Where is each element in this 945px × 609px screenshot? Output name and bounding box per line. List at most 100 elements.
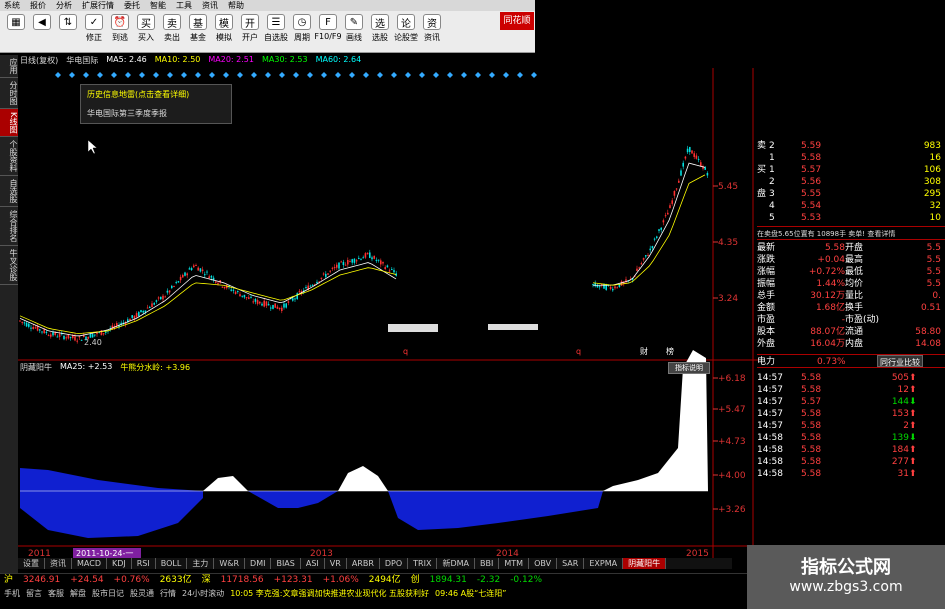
toolbar-button-12[interactable]: F F10/F9 [314, 14, 342, 41]
indicator-tab-9[interactable]: BIAS [271, 558, 301, 569]
indicator-tab-11[interactable]: VR [325, 558, 347, 569]
price-axis-label: 5.45 [718, 182, 738, 192]
toolbar-button-14[interactable]: 选选股 [368, 14, 392, 43]
indicator-tab-16[interactable]: BBI [475, 558, 500, 569]
ask-level: 1 [769, 153, 775, 163]
menu-item-0[interactable]: 系统 [4, 0, 20, 11]
left-tab-6[interactable]: 牛叉诊股 [0, 246, 18, 286]
toolbar-button-2[interactable]: ⇅ [56, 14, 80, 32]
toolbar-button-5[interactable]: 买买入 [134, 14, 158, 43]
toolbar-button-16[interactable]: 资资讯 [420, 14, 444, 43]
indicator-tab-10[interactable]: ASI [301, 558, 325, 569]
chart-area[interactable]: 5.45 4.35 3.24 2.40 q q 财 榜 +6.18 +5.47 +4.73 +4.00… [18, 68, 758, 558]
candle-body [695, 155, 698, 159]
toolbar-button-4[interactable]: ⏰ 到逃 [108, 14, 132, 43]
toolbar-button-11[interactable]: ◷ 周期 [290, 14, 314, 43]
footer-link-6[interactable]: 行情 [160, 587, 176, 600]
menu-item-6[interactable]: 工具 [176, 0, 192, 11]
candle-body [206, 271, 208, 273]
footer-link-5[interactable]: 股灵通 [130, 587, 154, 600]
toolbar-button-9[interactable]: 开开户 [238, 14, 262, 43]
candle-body [680, 170, 682, 176]
news-ticker-2[interactable]: 09:46 A股“七连阳” [435, 587, 506, 600]
indicator-tab-4[interactable]: RSI [132, 558, 156, 569]
left-tab-0[interactable]: 应用 [0, 55, 18, 78]
quote-key: 股本 [757, 327, 776, 337]
candle-body [283, 303, 285, 308]
footer-link-1[interactable]: 留言 [26, 587, 42, 600]
toolbar-label-15: 论股堂 [394, 33, 418, 42]
industry-compare-button[interactable]: 同行业比较 [877, 355, 923, 367]
indicator-tab-12[interactable]: ARBR [347, 558, 380, 569]
info-mine-icon [111, 72, 117, 78]
popup-title[interactable]: 历史信息地雷(点击查看详细) [87, 89, 225, 100]
indicator-tab-7[interactable]: W&R [214, 558, 246, 569]
candle-body [640, 263, 643, 265]
indicator-tab-5[interactable]: BOLL [156, 558, 188, 569]
menu-item-1[interactable]: 报价 [30, 0, 46, 11]
large-order-note[interactable]: 在卖盘5.65位置有 10898手 卖单! 查看详情 [757, 226, 945, 240]
indicator-tab-14[interactable]: TRIX [408, 558, 438, 569]
menu-item-2[interactable]: 分析 [56, 0, 72, 11]
candle-body [23, 322, 26, 324]
indicator-tab-17[interactable]: MTM [499, 558, 530, 569]
candle-body [377, 259, 380, 261]
menu-item-7[interactable]: 资讯 [202, 0, 218, 11]
sh-amount: 2633亿 [159, 575, 192, 585]
cy-value: 1894.31 [429, 575, 467, 585]
toolbar-button-8[interactable]: 模模拟 [212, 14, 236, 43]
footer-link-0[interactable]: 手机 [4, 587, 20, 600]
info-mine-icon [195, 72, 201, 78]
indicator-tab-8[interactable]: DMI [245, 558, 272, 569]
indicator-tab-18[interactable]: OBV [529, 558, 558, 569]
menu-item-4[interactable]: 委托 [124, 0, 140, 11]
indicator-tab-1[interactable]: 资讯 [45, 558, 72, 569]
toolbar-button-7[interactable]: 基基金 [186, 14, 210, 43]
menu-item-5[interactable]: 智能 [150, 0, 166, 11]
tick-price: 5.58 [801, 409, 822, 419]
left-tab-1[interactable]: 分时图 [0, 78, 18, 109]
toolbar-button-6[interactable]: 卖卖出 [160, 14, 184, 43]
indicator-tab-15[interactable]: 新DMA [437, 558, 476, 569]
indicator-tab-2[interactable]: MACD [72, 558, 107, 569]
indicator-tab-13[interactable]: DPO [380, 558, 409, 569]
candle-body [19, 320, 21, 322]
quote-key: 总手 [757, 291, 776, 301]
indicator-tab-21[interactable]: 阴藏阳牛 [623, 558, 667, 569]
indicator-tab-19[interactable]: SAR [557, 558, 585, 569]
left-tab-5[interactable]: 综合排名 [0, 207, 18, 247]
toolbar-label-12: F10/F9 [314, 32, 342, 41]
footer-link-3[interactable]: 解盘 [70, 587, 86, 600]
footer-link-2[interactable]: 客服 [48, 587, 64, 600]
menu-item-8[interactable]: 帮助 [228, 0, 244, 11]
footer-link-7[interactable]: 24小时滚动 [182, 587, 224, 600]
footer-link-4[interactable]: 股市日记 [92, 587, 124, 600]
indicator-tab-20[interactable]: EXPMA [584, 558, 624, 569]
news-ticker[interactable]: 10:05 李克强:文章强调加快推进农业现代化 五股获利好 [230, 587, 429, 600]
info-mine-popup[interactable]: 历史信息地雷(点击查看详细) 华电国际第三季度季报 [80, 84, 232, 124]
candle-body [162, 295, 164, 300]
toolbar-button-10[interactable]: ☰ 自选股 [264, 14, 288, 43]
left-tab-3[interactable]: 个股资料 [0, 137, 18, 177]
tick-volume: 139 [891, 433, 909, 443]
buy-icon: 买 [137, 14, 155, 30]
period-label[interactable]: 日线(复权) [20, 55, 58, 67]
indicator-explain-button[interactable]: 指标说明 [668, 362, 710, 374]
toolbar-button-0[interactable]: ▦ [4, 14, 28, 32]
menu-item-3[interactable]: 扩展行情 [82, 0, 114, 11]
quote-key: 最新 [757, 243, 776, 253]
candle-body [54, 332, 56, 336]
indicator-tab-6[interactable]: 主力 [187, 558, 215, 569]
indicator-tab-3[interactable]: KDJ [107, 558, 132, 569]
candle-body [311, 284, 314, 286]
tick-time: 14:57 [757, 397, 783, 407]
candle-body [329, 270, 331, 272]
left-tab-4[interactable]: 自选股 [0, 176, 18, 208]
left-tab-2[interactable]: K线图 [0, 109, 18, 138]
toolbar-button-15[interactable]: 论论股堂 [394, 14, 418, 43]
indicator-tab-0[interactable]: 设置 [18, 558, 45, 569]
candle-body [386, 265, 389, 268]
toolbar-button-1[interactable]: ◀ [30, 14, 54, 32]
toolbar-button-13[interactable]: ✎ 画线 [342, 14, 366, 43]
toolbar-button-3[interactable]: ✓ 修正 [82, 14, 106, 43]
